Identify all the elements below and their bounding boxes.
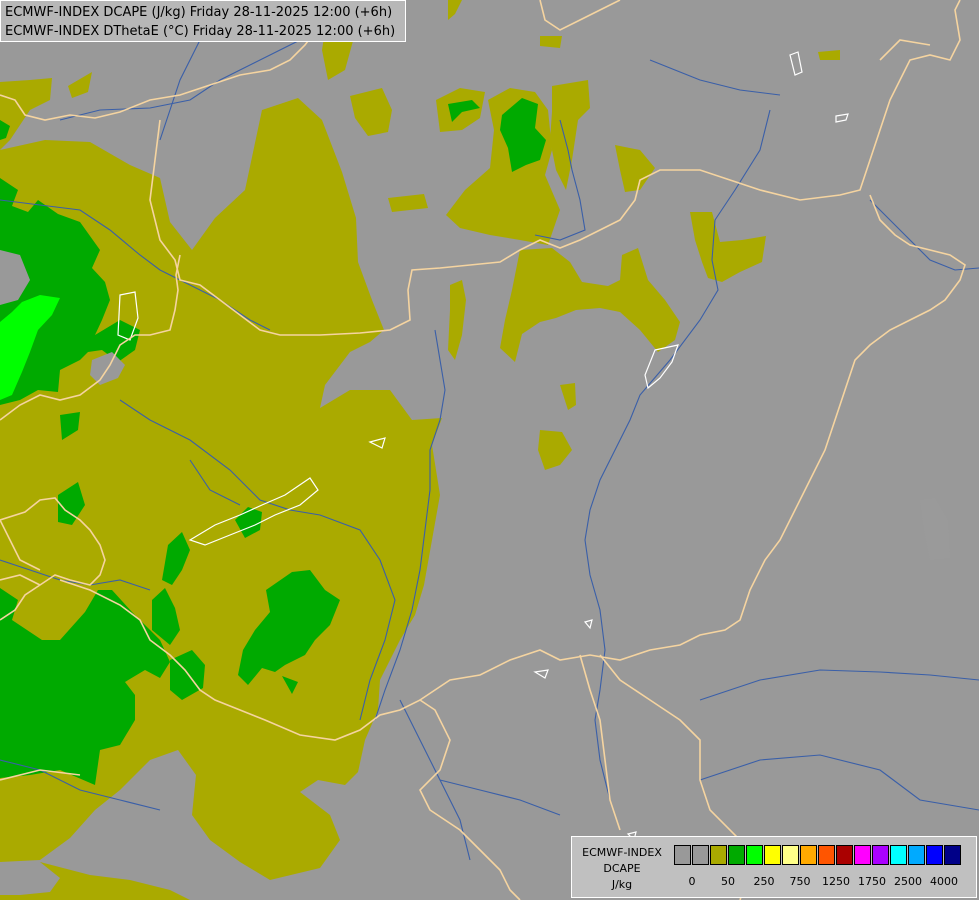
legend-swatch bbox=[854, 845, 871, 865]
legend-swatch bbox=[692, 845, 709, 865]
legend-tick-label: 1750 bbox=[858, 875, 886, 888]
legend-swatch bbox=[908, 845, 925, 865]
legend-swatch bbox=[818, 845, 835, 865]
legend-swatch bbox=[872, 845, 889, 865]
legend-title-variable: DCAPE bbox=[603, 862, 641, 875]
legend-tick-label: 1250 bbox=[822, 875, 850, 888]
legend-swatch bbox=[836, 845, 853, 865]
legend-swatch bbox=[764, 845, 781, 865]
legend-swatch bbox=[782, 845, 799, 865]
legend-tick-labels: 0 50 250 750 1250 1750 2500 4000 bbox=[672, 875, 972, 889]
legend-tick-label: 750 bbox=[789, 875, 811, 888]
legend-tick-label: 4000 bbox=[930, 875, 958, 888]
color-legend: ECMWF-INDEX DCAPE J/kg 0 50 250 750 1250 1750… bbox=[571, 836, 977, 898]
legend-swatch bbox=[926, 845, 943, 865]
map-title-box: ECMWF-INDEX DCAPE (J/kg) Friday 28-11-20… bbox=[0, 0, 406, 42]
weather-map bbox=[0, 0, 979, 900]
legend-title-source: ECMWF-INDEX bbox=[582, 846, 662, 859]
legend-tick-label: 0 bbox=[688, 875, 696, 888]
legend-tick-label: 50 bbox=[721, 875, 735, 888]
legend-swatch bbox=[728, 845, 745, 865]
legend-swatches bbox=[674, 845, 962, 865]
legend-title-unit: J/kg bbox=[611, 878, 633, 891]
legend-swatch bbox=[746, 845, 763, 865]
title-dcape: ECMWF-INDEX DCAPE (J/kg) Friday 28-11-20… bbox=[5, 5, 393, 20]
legend-swatch bbox=[800, 845, 817, 865]
legend-tick-label: 250 bbox=[753, 875, 775, 888]
title-dthetae: ECMWF-INDEX DThetaE (°C) Friday 28-11-20… bbox=[5, 24, 396, 39]
legend-tick-label: 2500 bbox=[894, 875, 922, 888]
legend-swatch bbox=[710, 845, 727, 865]
legend-swatch bbox=[674, 845, 691, 865]
legend-swatch bbox=[944, 845, 961, 865]
legend-swatch bbox=[890, 845, 907, 865]
